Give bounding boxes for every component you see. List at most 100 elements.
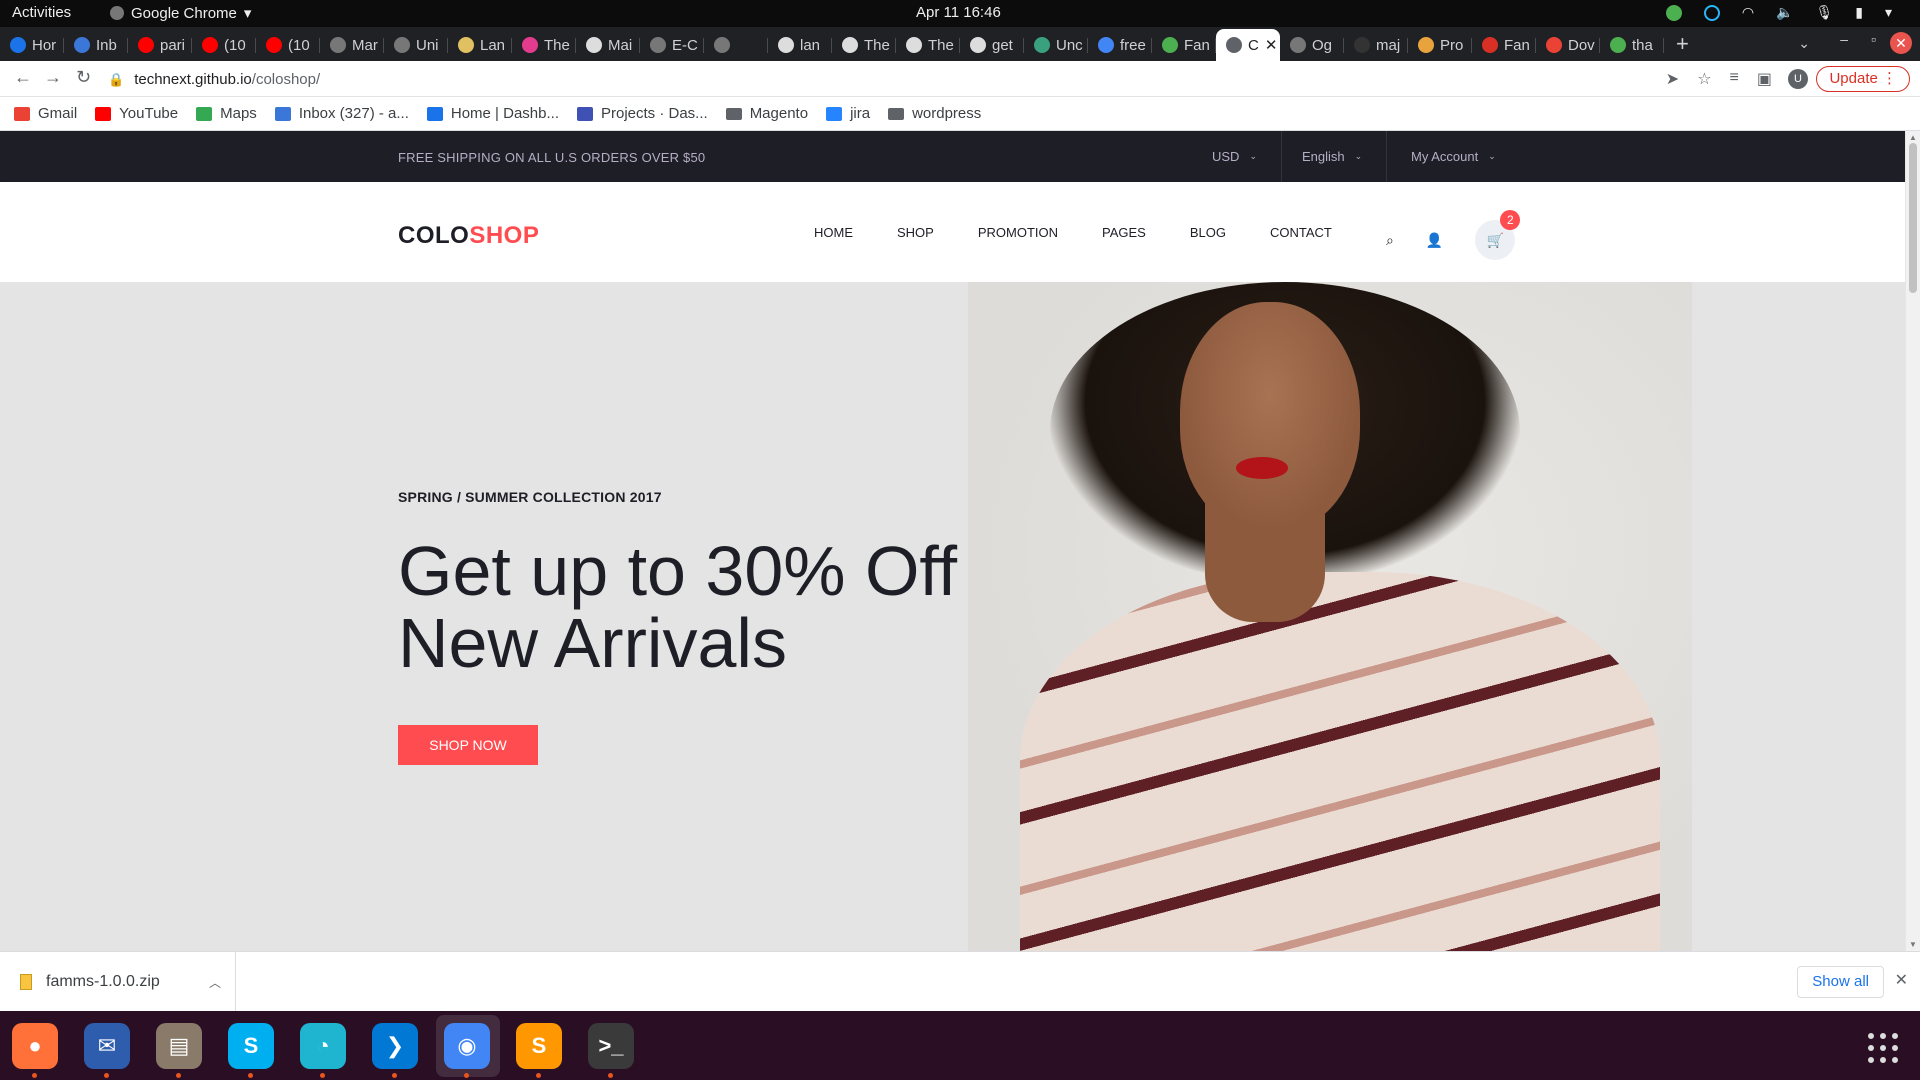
bookmark-item[interactable]: wordpress <box>888 105 981 122</box>
tab[interactable]: lan <box>768 29 832 61</box>
battery-icon[interactable]: ▮ <box>1855 4 1863 21</box>
tab[interactable]: Inb <box>64 29 128 61</box>
site-logo[interactable]: COLOSHOP <box>398 222 539 250</box>
tab[interactable]: The <box>512 29 576 61</box>
send-tab-icon[interactable]: ➤ <box>1666 69 1679 89</box>
tab[interactable]: pari <box>128 29 192 61</box>
system-tray[interactable]: ◠ 🔈 🎙 ▮ ▾ <box>1665 4 1892 21</box>
tab-label: get <box>992 36 1013 54</box>
tab[interactable]: get <box>960 29 1024 61</box>
shop-now-button[interactable]: SHOP NOW <box>398 725 538 765</box>
volume-icon[interactable]: 🔈 <box>1776 4 1793 21</box>
user-icon[interactable]: 👤 <box>1426 232 1443 249</box>
bookmark-item[interactable]: Projects · Das... <box>576 105 708 122</box>
forward-arrow-icon[interactable]: → <box>44 67 62 88</box>
maximize-icon[interactable]: ▫ <box>1871 31 1876 47</box>
nav-blog[interactable]: BLOG <box>1190 225 1226 240</box>
tab[interactable]: maj <box>1344 29 1408 61</box>
tab[interactable]: Hor <box>0 29 64 61</box>
wifi-icon[interactable]: ◠ <box>1742 4 1754 21</box>
bookmark-item[interactable]: Inbox (327) - a... <box>274 105 409 122</box>
tab[interactable]: free <box>1088 29 1152 61</box>
app-menu[interactable]: Google Chrome ▾ <box>110 4 251 22</box>
terminal-icon[interactable]: >_ <box>588 1023 634 1069</box>
reading-list-icon[interactable]: ≡ <box>1730 69 1739 89</box>
scroll-up-icon[interactable]: ▲ <box>1909 133 1917 142</box>
power-menu-icon[interactable]: ▾ <box>1885 4 1892 21</box>
tab[interactable]: The <box>896 29 960 61</box>
minimize-icon[interactable]: – <box>1840 31 1848 47</box>
tab[interactable]: (10 <box>192 29 256 61</box>
clock[interactable]: Apr 11 16:46 <box>916 4 1001 21</box>
bookmark-item[interactable]: Home | Dashb... <box>426 105 559 122</box>
tab[interactable]: Lan <box>448 29 512 61</box>
tab-search-icon[interactable]: ⌄ <box>1798 35 1810 52</box>
lock-icon[interactable]: 🔒 <box>108 72 124 88</box>
tab[interactable]: Mar <box>320 29 384 61</box>
bookmark-favicon-icon <box>95 106 112 121</box>
tab[interactable]: Fan <box>1152 29 1216 61</box>
cart-button[interactable]: 🛒 2 <box>1475 210 1521 260</box>
skype-icon[interactable]: S <box>228 1023 274 1069</box>
show-all-button[interactable]: Show all <box>1797 966 1884 998</box>
account-selector[interactable]: My Account ⌄ <box>1387 131 1520 182</box>
tab[interactable]: Dov <box>1536 29 1600 61</box>
nav-promotion[interactable]: PROMOTION <box>978 225 1058 240</box>
page-scrollbar[interactable]: ▲ ▼ <box>1905 131 1920 951</box>
sync-icon[interactable] <box>1703 4 1720 21</box>
new-tab-icon[interactable]: + <box>1664 31 1703 61</box>
chevron-up-icon[interactable]: ︿ <box>209 974 221 991</box>
side-panel-icon[interactable]: ▣ <box>1757 69 1772 89</box>
close-tab-icon[interactable]: ✕ <box>1265 36 1278 54</box>
nav-home[interactable]: HOME <box>814 225 853 240</box>
tab[interactable]: Mai <box>576 29 640 61</box>
nav-shop[interactable]: SHOP <box>897 225 934 240</box>
currency-selector[interactable]: USD ⌄ <box>1188 131 1282 182</box>
tab[interactable]: Pro <box>1408 29 1472 61</box>
thunderbird-icon[interactable]: ✉ <box>84 1023 130 1069</box>
tab-favicon-icon <box>74 37 90 53</box>
microphone-icon[interactable]: 🎙 <box>1815 4 1833 21</box>
bookmark-item[interactable]: Magento <box>725 105 809 122</box>
profile-avatar[interactable]: U <box>1788 69 1808 89</box>
tab[interactable]: tha <box>1600 29 1664 61</box>
tab[interactable]: The <box>832 29 896 61</box>
bookmark-item[interactable]: Maps <box>196 105 257 122</box>
nav-pages[interactable]: PAGES <box>1102 225 1146 240</box>
address-bar[interactable]: 🔒 technext.github.io/coloshop/ <box>108 65 1688 94</box>
timer-icon[interactable]: ◔ <box>300 1023 346 1069</box>
system-top-bar: Activities Google Chrome ▾ Apr 11 16:46 … <box>0 0 1920 27</box>
vscode-icon[interactable]: ❯ <box>372 1023 418 1069</box>
scroll-down-icon[interactable]: ▼ <box>1909 940 1917 949</box>
scrollbar-thumb[interactable] <box>1909 143 1917 293</box>
tab[interactable]: Og <box>1280 29 1344 61</box>
window-close-icon[interactable]: ✕ <box>1890 32 1912 54</box>
bookmark-star-icon[interactable]: ☆ <box>1697 69 1711 89</box>
nav-contact[interactable]: CONTACT <box>1270 225 1332 240</box>
tab[interactable]: Uni <box>384 29 448 61</box>
update-button[interactable]: Update ⋮ <box>1816 66 1910 92</box>
language-selector[interactable]: English ⌄ <box>1278 131 1388 182</box>
bookmark-label: Magento <box>749 105 809 122</box>
tab[interactable]: Unc <box>1024 29 1088 61</box>
shield-check-icon[interactable] <box>1665 4 1682 21</box>
bookmark-item[interactable]: jira <box>826 105 870 122</box>
download-item[interactable]: famms-1.0.0.zip ︿ <box>14 952 236 1012</box>
show-apps-icon[interactable] <box>1868 1033 1898 1063</box>
firefox-icon[interactable]: ● <box>12 1023 58 1069</box>
back-arrow-icon[interactable]: ← <box>14 67 32 88</box>
tab[interactable] <box>704 29 768 61</box>
tab-active[interactable]: C ✕ <box>1216 29 1280 61</box>
chrome-icon[interactable]: ◉ <box>444 1023 490 1069</box>
tab[interactable]: (10 <box>256 29 320 61</box>
close-icon[interactable]: ✕ <box>1895 970 1908 990</box>
files-icon[interactable]: ▤ <box>156 1023 202 1069</box>
bookmark-item[interactable]: Gmail <box>14 105 77 122</box>
sublime-icon[interactable]: S <box>516 1023 562 1069</box>
tab[interactable]: Fan <box>1472 29 1536 61</box>
tab[interactable]: E-C <box>640 29 704 61</box>
reload-icon[interactable]: ↻ <box>76 67 91 88</box>
activities-button[interactable]: Activities <box>12 4 71 21</box>
search-icon[interactable]: ⌕ <box>1386 232 1394 249</box>
bookmark-item[interactable]: YouTube <box>95 105 178 122</box>
